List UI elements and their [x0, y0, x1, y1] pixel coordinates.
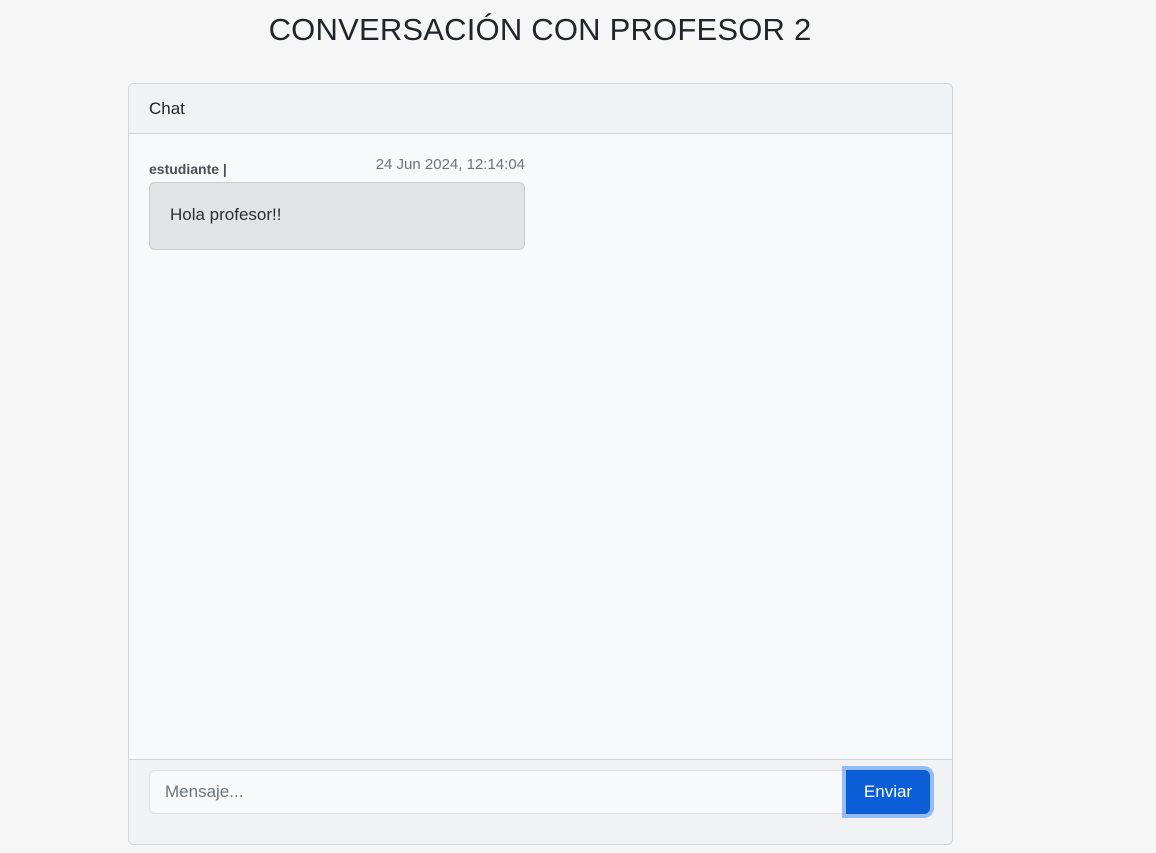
- page-title: CONVERSACIÓN CON PROFESOR 2: [268, 12, 812, 47]
- message-sender: estudiante |: [149, 161, 227, 177]
- message-input[interactable]: [149, 770, 846, 814]
- chat-header-label: Chat: [149, 98, 185, 118]
- message-bubble: Hola profesor!!: [149, 182, 525, 250]
- chat-card: Chat estudiante | 24 Jun 2024, 12:14:04 …: [128, 83, 953, 845]
- message-input-group: Enviar: [149, 770, 930, 814]
- chat-composer: Enviar: [129, 759, 952, 844]
- message-meta: estudiante | 24 Jun 2024, 12:14:04: [149, 156, 525, 180]
- chat-messages-area[interactable]: estudiante | 24 Jun 2024, 12:14:04 Hola …: [129, 134, 952, 759]
- message-timestamp: 24 Jun 2024, 12:14:04: [375, 156, 525, 173]
- chat-message: estudiante | 24 Jun 2024, 12:14:04 Hola …: [149, 156, 525, 250]
- chat-header: Chat: [129, 84, 952, 134]
- send-button[interactable]: Enviar: [846, 770, 930, 814]
